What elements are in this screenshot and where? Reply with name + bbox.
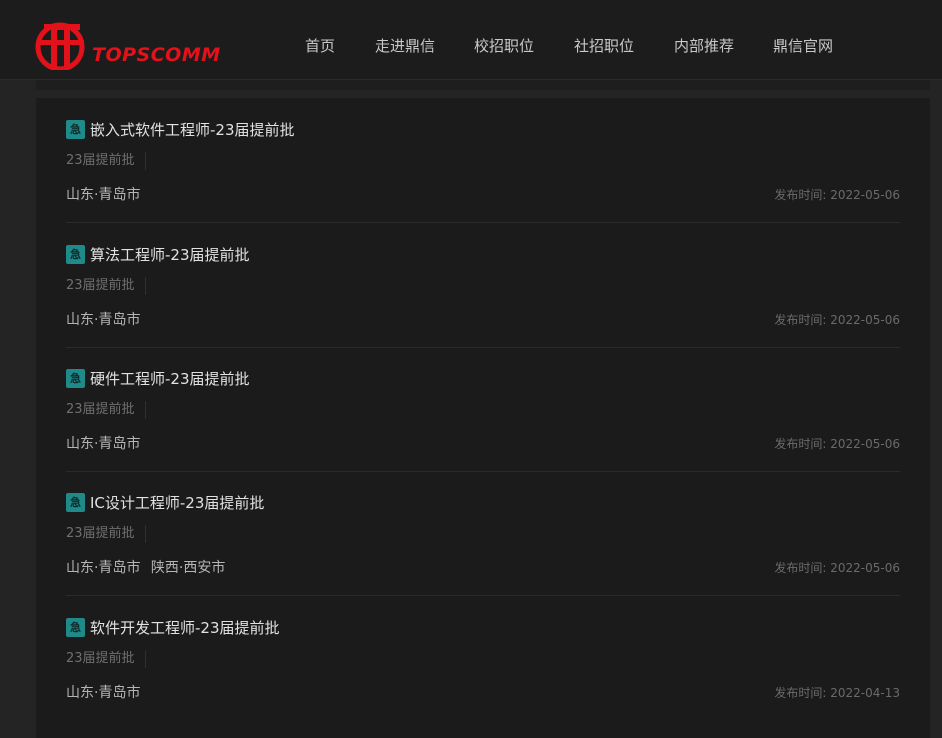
logo-mark-icon [35,22,85,70]
job-location: 山东·青岛市 [66,184,146,204]
date-value: 2022-05-06 [830,313,900,327]
job-head: 急 算法工程师-23届提前批 [66,243,250,265]
location-item: 山东·青岛市 [66,560,141,576]
job-title[interactable]: 嵌入式软件工程师-23届提前批 [90,119,295,140]
job-location: 山东·青岛市 陕西·西安市 [66,557,231,577]
job-item[interactable]: 急 嵌入式软件工程师-23届提前批 23届提前批 山东·青岛市 发布时间: 20… [66,98,900,223]
nav-campus-jobs[interactable]: 校招职位 [474,36,534,56]
job-head: 急 嵌入式软件工程师-23届提前批 [66,118,295,140]
job-date: 发布时间: 2022-04-13 [774,684,900,701]
job-date: 发布时间: 2022-05-06 [774,559,900,576]
job-list: 急 嵌入式软件工程师-23届提前批 23届提前批 山东·青岛市 发布时间: 20… [36,98,930,738]
date-value: 2022-05-06 [830,437,900,451]
date-label: 发布时间: [774,686,827,700]
job-item[interactable]: 急 硬件工程师-23届提前批 23届提前批 山东·青岛市 发布时间: 2022-… [66,347,900,472]
nav-social-jobs[interactable]: 社招职位 [574,36,634,56]
job-title[interactable]: 硬件工程师-23届提前批 [90,368,250,389]
job-title[interactable]: 算法工程师-23届提前批 [90,244,250,265]
urgent-icon: 急 [66,119,85,139]
job-tag: 23届提前批 [66,152,146,170]
job-location: 山东·青岛市 [66,433,146,453]
nav-internal-referral[interactable]: 内部推荐 [674,36,734,56]
date-value: 2022-04-13 [830,686,900,700]
job-location: 山东·青岛市 [66,309,146,329]
job-tag: 23届提前批 [66,277,146,295]
nav-official-site[interactable]: 鼎信官网 [773,36,833,56]
topscomm-logo[interactable]: TOPSCOMM [34,20,224,70]
job-tag: 23届提前批 [66,525,146,543]
panel-top-bar [36,80,930,90]
urgent-icon: 急 [66,492,85,512]
urgent-icon: 急 [66,368,85,388]
job-tag: 23届提前批 [66,401,146,419]
urgent-icon: 急 [66,617,85,637]
job-item[interactable]: 急 IC设计工程师-23届提前批 23届提前批 山东·青岛市 陕西·西安市 发布… [66,471,900,596]
job-title[interactable]: IC设计工程师-23届提前批 [90,492,264,513]
location-item: 陕西·西安市 [150,560,226,576]
location-item: 山东·青岛市 [66,685,141,701]
date-label: 发布时间: [774,188,827,202]
urgent-icon: 急 [66,244,85,264]
date-label: 发布时间: [774,437,827,451]
location-item: 山东·青岛市 [66,312,141,328]
date-label: 发布时间: [774,561,827,575]
logo-text: TOPSCOMM [92,44,221,66]
job-date: 发布时间: 2022-05-06 [774,186,900,203]
date-value: 2022-05-06 [830,561,900,575]
date-label: 发布时间: [774,313,827,327]
job-title[interactable]: 软件开发工程师-23届提前批 [90,617,280,638]
nav-about[interactable]: 走进鼎信 [375,36,435,56]
job-item[interactable]: 急 算法工程师-23届提前批 23届提前批 山东·青岛市 发布时间: 2022-… [66,223,900,348]
site-header: TOPSCOMM 首页 走进鼎信 校招职位 社招职位 内部推荐 鼎信官网 [0,0,942,80]
job-item[interactable]: 急 软件开发工程师-23届提前批 23届提前批 山东·青岛市 发布时间: 202… [66,596,900,721]
job-tag: 23届提前批 [66,650,146,668]
nav-home[interactable]: 首页 [305,36,335,56]
job-location: 山东·青岛市 [66,682,146,702]
date-value: 2022-05-06 [830,188,900,202]
job-head: 急 IC设计工程师-23届提前批 [66,491,264,513]
job-date: 发布时间: 2022-05-06 [774,311,900,328]
job-head: 急 硬件工程师-23届提前批 [66,367,250,389]
location-item: 山东·青岛市 [66,436,141,452]
job-head: 急 软件开发工程师-23届提前批 [66,616,280,638]
job-date: 发布时间: 2022-05-06 [774,435,900,452]
location-item: 山东·青岛市 [66,187,141,203]
